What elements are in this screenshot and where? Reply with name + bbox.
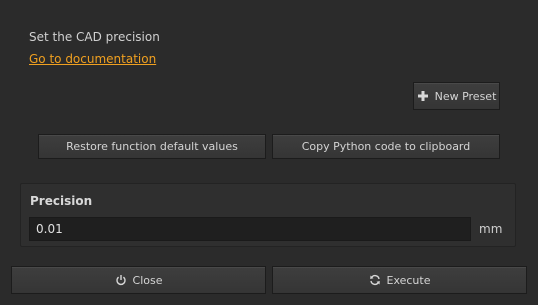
new-preset-label: New Preset — [434, 89, 497, 103]
refresh-icon — [369, 274, 381, 286]
plus-icon — [417, 90, 429, 102]
new-preset-button[interactable]: New Preset — [413, 82, 500, 110]
execute-button[interactable]: Execute — [272, 266, 527, 294]
close-button[interactable]: Close — [11, 266, 266, 294]
precision-input[interactable] — [29, 217, 471, 241]
power-icon — [115, 274, 127, 286]
restore-defaults-button[interactable]: Restore function default values — [38, 134, 266, 159]
precision-group-title: Precision — [30, 194, 93, 208]
tool-description: Set the CAD precision — [29, 30, 160, 44]
close-label: Close — [132, 273, 163, 287]
execute-label: Execute — [386, 273, 431, 287]
unit-label: mm — [479, 222, 503, 236]
copy-python-button[interactable]: Copy Python code to clipboard — [272, 134, 500, 159]
documentation-link[interactable]: Go to documentation — [29, 52, 156, 66]
